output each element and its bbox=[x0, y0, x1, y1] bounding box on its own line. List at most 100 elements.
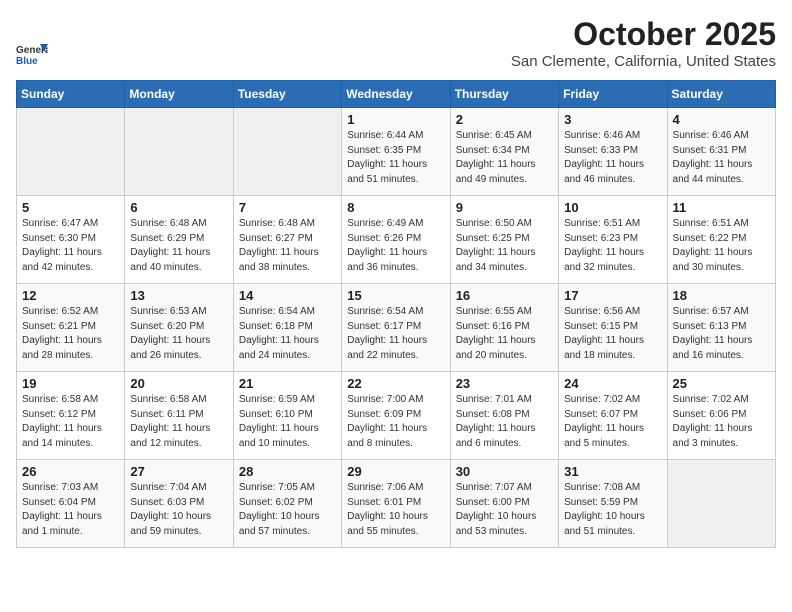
calendar-cell: 14Sunrise: 6:54 AM Sunset: 6:18 PM Dayli… bbox=[233, 284, 341, 372]
day-info: Sunrise: 7:00 AM Sunset: 6:09 PM Dayligh… bbox=[347, 393, 444, 451]
day-info: Sunrise: 6:52 AM Sunset: 6:21 PM Dayligh… bbox=[22, 305, 119, 363]
calendar-week-row: 1 Sunrise: 6:44 AM Sunset: 6:35 PM Daylig… bbox=[17, 108, 776, 196]
calendar-cell: 17 Sunrise: 6:56 AM Sunset: 6:15 PM Dayli… bbox=[559, 284, 667, 372]
calendar-cell: 23 Sunrise: 7:01 AM Sunset: 6:08 PM Dayli… bbox=[450, 372, 558, 460]
calendar-cell bbox=[233, 108, 341, 196]
calendar-cell: 18 Sunrise: 6:57 AM Sunset: 6:13 PM Dayli… bbox=[667, 284, 775, 372]
day-number: 24 bbox=[564, 376, 661, 391]
day-number: 14 bbox=[239, 288, 336, 303]
day-number: 11 bbox=[673, 200, 770, 215]
day-number: 20 bbox=[130, 376, 227, 391]
calendar-cell: 2 Sunrise: 6:45 AM Sunset: 6:34 PM Daylig… bbox=[450, 108, 558, 196]
day-info: Sunrise: 6:56 AM Sunset: 6:15 PM Dayligh… bbox=[564, 305, 661, 363]
day-number: 22 bbox=[347, 376, 444, 391]
day-number: 17 bbox=[564, 288, 661, 303]
weekday-header: Wednesday bbox=[342, 81, 450, 108]
day-number: 12 bbox=[22, 288, 119, 303]
calendar-cell: 7 Sunrise: 6:48 AM Sunset: 6:27 PM Daylig… bbox=[233, 196, 341, 284]
day-info: Sunrise: 6:49 AM Sunset: 6:26 PM Dayligh… bbox=[347, 217, 444, 275]
day-number: 3 bbox=[564, 112, 661, 127]
calendar-cell: 28Sunrise: 7:05 AM Sunset: 6:02 PM Dayli… bbox=[233, 460, 341, 548]
calendar-table: SundayMondayTuesdayWednesdayThursdayFrid… bbox=[16, 80, 776, 548]
day-number: 8 bbox=[347, 200, 444, 215]
day-number: 26 bbox=[22, 464, 119, 479]
calendar-week-row: 26 Sunrise: 7:03 AM Sunset: 6:04 PM Dayli… bbox=[17, 460, 776, 548]
day-number: 5 bbox=[22, 200, 119, 215]
day-number: 1 bbox=[347, 112, 444, 127]
weekday-header: Thursday bbox=[450, 81, 558, 108]
day-info: Sunrise: 7:07 AM Sunset: 6:00 PM Dayligh… bbox=[456, 481, 553, 539]
day-info: Sunrise: 7:06 AM Sunset: 6:01 PM Dayligh… bbox=[347, 481, 444, 539]
svg-text:Blue: Blue bbox=[16, 56, 38, 67]
calendar-cell: 30 Sunrise: 7:07 AM Sunset: 6:00 PM Dayli… bbox=[450, 460, 558, 548]
day-info: Sunrise: 6:48 AM Sunset: 6:27 PM Dayligh… bbox=[239, 217, 336, 275]
day-number: 2 bbox=[456, 112, 553, 127]
weekday-header: Tuesday bbox=[233, 81, 341, 108]
calendar-cell: 26 Sunrise: 7:03 AM Sunset: 6:04 PM Dayli… bbox=[17, 460, 125, 548]
day-info: Sunrise: 6:51 AM Sunset: 6:22 PM Dayligh… bbox=[673, 217, 770, 275]
calendar-cell: 27 Sunrise: 7:04 AM Sunset: 6:03 PM Dayli… bbox=[125, 460, 233, 548]
weekday-header: Monday bbox=[125, 81, 233, 108]
day-number: 23 bbox=[456, 376, 553, 391]
calendar-cell bbox=[667, 460, 775, 548]
calendar-cell: 3 Sunrise: 6:46 AM Sunset: 6:33 PM Daylig… bbox=[559, 108, 667, 196]
calendar-header-row: SundayMondayTuesdayWednesdayThursdayFrid… bbox=[17, 81, 776, 108]
day-info: Sunrise: 6:48 AM Sunset: 6:29 PM Dayligh… bbox=[130, 217, 227, 275]
calendar-cell: 13Sunrise: 6:53 AM Sunset: 6:20 PM Dayli… bbox=[125, 284, 233, 372]
day-info: Sunrise: 7:03 AM Sunset: 6:04 PM Dayligh… bbox=[22, 481, 119, 539]
calendar-cell: 22 Sunrise: 7:00 AM Sunset: 6:09 PM Dayli… bbox=[342, 372, 450, 460]
day-number: 27 bbox=[130, 464, 227, 479]
calendar-week-row: 5 Sunrise: 6:47 AM Sunset: 6:30 PM Daylig… bbox=[17, 196, 776, 284]
day-number: 10 bbox=[564, 200, 661, 215]
calendar-cell: 25Sunrise: 7:02 AM Sunset: 6:06 PM Dayli… bbox=[667, 372, 775, 460]
title-section: October 2025 San Clemente, California, U… bbox=[511, 16, 776, 70]
day-info: Sunrise: 6:44 AM Sunset: 6:35 PM Dayligh… bbox=[347, 129, 444, 187]
day-info: Sunrise: 6:46 AM Sunset: 6:33 PM Dayligh… bbox=[564, 129, 661, 187]
calendar-body: 1 Sunrise: 6:44 AM Sunset: 6:35 PM Daylig… bbox=[17, 108, 776, 548]
day-info: Sunrise: 7:01 AM Sunset: 6:08 PM Dayligh… bbox=[456, 393, 553, 451]
calendar-cell: 19 Sunrise: 6:58 AM Sunset: 6:12 PM Dayli… bbox=[17, 372, 125, 460]
day-info: Sunrise: 6:58 AM Sunset: 6:12 PM Dayligh… bbox=[22, 393, 119, 451]
calendar-cell: 15 Sunrise: 6:54 AM Sunset: 6:17 PM Dayli… bbox=[342, 284, 450, 372]
calendar-cell: 9 Sunrise: 6:50 AM Sunset: 6:25 PM Daylig… bbox=[450, 196, 558, 284]
calendar-cell: 1 Sunrise: 6:44 AM Sunset: 6:35 PM Daylig… bbox=[342, 108, 450, 196]
day-info: Sunrise: 7:08 AM Sunset: 5:59 PM Dayligh… bbox=[564, 481, 661, 539]
weekday-header: Sunday bbox=[17, 81, 125, 108]
day-info: Sunrise: 6:55 AM Sunset: 6:16 PM Dayligh… bbox=[456, 305, 553, 363]
calendar-cell: 31Sunrise: 7:08 AM Sunset: 5:59 PM Dayli… bbox=[559, 460, 667, 548]
day-number: 30 bbox=[456, 464, 553, 479]
calendar-cell: 5 Sunrise: 6:47 AM Sunset: 6:30 PM Daylig… bbox=[17, 196, 125, 284]
day-number: 4 bbox=[673, 112, 770, 127]
calendar-cell: 11 Sunrise: 6:51 AM Sunset: 6:22 PM Dayli… bbox=[667, 196, 775, 284]
day-number: 7 bbox=[239, 200, 336, 215]
calendar-cell bbox=[125, 108, 233, 196]
calendar-cell: 21 Sunrise: 6:59 AM Sunset: 6:10 PM Dayli… bbox=[233, 372, 341, 460]
day-number: 9 bbox=[456, 200, 553, 215]
month-title: October 2025 bbox=[511, 16, 776, 53]
calendar-cell: 16Sunrise: 6:55 AM Sunset: 6:16 PM Dayli… bbox=[450, 284, 558, 372]
day-info: Sunrise: 7:04 AM Sunset: 6:03 PM Dayligh… bbox=[130, 481, 227, 539]
day-number: 28 bbox=[239, 464, 336, 479]
day-info: Sunrise: 6:54 AM Sunset: 6:17 PM Dayligh… bbox=[347, 305, 444, 363]
day-info: Sunrise: 7:02 AM Sunset: 6:07 PM Dayligh… bbox=[564, 393, 661, 451]
day-info: Sunrise: 6:47 AM Sunset: 6:30 PM Dayligh… bbox=[22, 217, 119, 275]
day-info: Sunrise: 6:59 AM Sunset: 6:10 PM Dayligh… bbox=[239, 393, 336, 451]
weekday-header: Saturday bbox=[667, 81, 775, 108]
day-number: 19 bbox=[22, 376, 119, 391]
day-number: 21 bbox=[239, 376, 336, 391]
day-number: 25 bbox=[673, 376, 770, 391]
day-info: Sunrise: 6:57 AM Sunset: 6:13 PM Dayligh… bbox=[673, 305, 770, 363]
location-title: San Clemente, California, United States bbox=[511, 53, 776, 70]
day-number: 15 bbox=[347, 288, 444, 303]
day-info: Sunrise: 6:46 AM Sunset: 6:31 PM Dayligh… bbox=[673, 129, 770, 187]
day-info: Sunrise: 6:50 AM Sunset: 6:25 PM Dayligh… bbox=[456, 217, 553, 275]
calendar-week-row: 19 Sunrise: 6:58 AM Sunset: 6:12 PM Dayli… bbox=[17, 372, 776, 460]
day-info: Sunrise: 6:45 AM Sunset: 6:34 PM Dayligh… bbox=[456, 129, 553, 187]
day-number: 6 bbox=[130, 200, 227, 215]
calendar-week-row: 12 Sunrise: 6:52 AM Sunset: 6:21 PM Dayli… bbox=[17, 284, 776, 372]
day-number: 18 bbox=[673, 288, 770, 303]
calendar-cell: 8 Sunrise: 6:49 AM Sunset: 6:26 PM Daylig… bbox=[342, 196, 450, 284]
day-number: 13 bbox=[130, 288, 227, 303]
weekday-header: Friday bbox=[559, 81, 667, 108]
calendar-cell: 4 Sunrise: 6:46 AM Sunset: 6:31 PM Daylig… bbox=[667, 108, 775, 196]
